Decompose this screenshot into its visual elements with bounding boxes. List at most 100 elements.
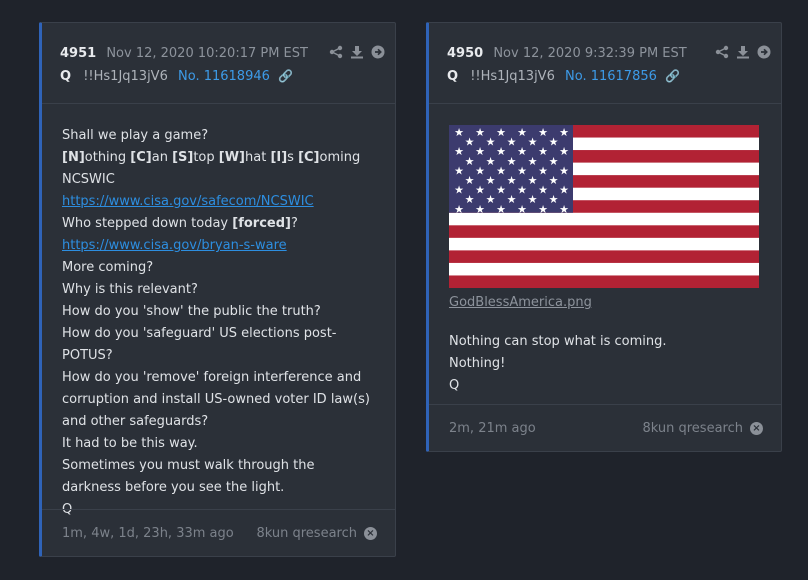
svg-text:★: ★ [517, 203, 527, 216]
svg-text:★: ★ [528, 193, 538, 206]
post-text-line: Who stepped down today [forced]? [62, 216, 298, 231]
svg-text:★: ★ [465, 174, 475, 187]
post-age: 1m, 4w, 1d, 23h, 33m ago [62, 525, 234, 541]
post-body: Shall we play a game? [N]othing [C]an [S… [42, 104, 395, 521]
post-text-line: Why is this relevant? [62, 282, 198, 297]
post-header: 4951 Nov 12, 2020 10:20:17 PM EST Q !!Hs… [42, 23, 395, 104]
post-text-line: How do you 'remove' foreign interference… [62, 370, 370, 429]
post-number: 4951 [60, 46, 97, 61]
svg-text:★: ★ [528, 174, 538, 187]
svg-text:★: ★ [496, 145, 506, 158]
post-reference-link[interactable]: No. 11618946 [178, 69, 270, 84]
svg-text:★: ★ [496, 164, 506, 177]
post-number: 4950 [447, 46, 484, 61]
svg-text:★: ★ [475, 145, 485, 158]
post-source[interactable]: 8kun qresearch [256, 526, 357, 541]
post-body: ★ ★ ★ ★ ★ ★ ★ ★ ★ ★ ★ ★ ★ ★ ★ ★ ★ ★ ★ ★ ★ ★ ★ ★ ★ ★ ★ ★ ★ ★ ★ ★ ★ ★ ★ ★ ★ ★ ★ ★… [429, 104, 781, 397]
post-card: 4950 Nov 12, 2020 9:32:39 PM EST Q !!Hs1… [426, 22, 782, 452]
svg-text:★: ★ [475, 126, 485, 139]
post-text-line: NCSWIC [62, 172, 115, 187]
post-card: 4951 Nov 12, 2020 10:20:17 PM EST Q !!Hs… [39, 22, 396, 557]
post-signature: Q [449, 378, 460, 393]
post-text-line: Sometimes you must walk through the dark… [62, 458, 315, 495]
svg-text:★: ★ [465, 193, 475, 206]
svg-text:★: ★ [475, 203, 485, 216]
link-icon[interactable]: 🔗 [278, 69, 293, 83]
svg-text:★: ★ [517, 184, 527, 197]
svg-text:★: ★ [454, 145, 464, 158]
svg-text:★: ★ [496, 126, 506, 139]
post-link[interactable]: https://www.cisa.gov/bryan-s-ware [62, 238, 287, 253]
svg-text:★: ★ [486, 174, 496, 187]
svg-text:★: ★ [486, 193, 496, 206]
svg-text:★: ★ [538, 184, 548, 197]
share-icon[interactable] [715, 44, 729, 59]
svg-text:★: ★ [465, 136, 475, 149]
svg-text:★: ★ [507, 136, 517, 149]
svg-text:★: ★ [549, 193, 559, 206]
post-header: 4950 Nov 12, 2020 9:32:39 PM EST Q !!Hs1… [429, 23, 781, 104]
post-author: Q [447, 69, 459, 84]
svg-text:★: ★ [486, 155, 496, 168]
svg-text:★: ★ [549, 155, 559, 168]
svg-text:★: ★ [517, 145, 527, 158]
svg-text:★: ★ [559, 145, 569, 158]
post-text-line: Nothing! [449, 356, 506, 371]
post-footer: 2m, 21m ago 8kun qresearch × [429, 404, 781, 451]
post-text-line: How do you 'show' the public the truth? [62, 304, 321, 319]
svg-text:★: ★ [454, 203, 464, 216]
svg-text:★: ★ [454, 126, 464, 139]
post-footer: 1m, 4w, 1d, 23h, 33m ago 8kun qresearch … [42, 509, 395, 556]
svg-text:★: ★ [517, 164, 527, 177]
post-author: Q [60, 69, 72, 84]
svg-text:★: ★ [517, 126, 527, 139]
post-tripcode: !!Hs1Jq13jV6 [470, 69, 555, 84]
svg-text:★: ★ [559, 203, 569, 216]
post-reference-link[interactable]: No. 11617856 [565, 69, 657, 84]
svg-text:★: ★ [528, 136, 538, 149]
close-circle-icon[interactable]: × [750, 421, 763, 435]
post-source[interactable]: 8kun qresearch [642, 421, 743, 436]
post-text-line: More coming? [62, 260, 154, 275]
svg-text:★: ★ [538, 126, 548, 139]
svg-text:★: ★ [454, 184, 464, 197]
svg-text:★: ★ [507, 193, 517, 206]
svg-text:★: ★ [475, 184, 485, 197]
post-age: 2m, 21m ago [449, 420, 536, 436]
post-text-line: Nothing can stop what is coming. [449, 334, 667, 349]
download-icon[interactable] [350, 44, 364, 59]
american-flag-image[interactable]: ★ ★ ★ ★ ★ ★★ ★ ★ ★ ★★ ★ ★ ★ ★ ★★ ★ ★ ★ ★★ ★ ★ ★ ★ ★★ ★ ★ ★ ★★ ★ ★ ★ ★ ★★… [449, 125, 759, 288]
download-icon[interactable] [736, 44, 750, 59]
post-text-line: Shall we play a game? [62, 128, 209, 143]
post-tripcode: !!Hs1Jq13jV6 [83, 69, 168, 84]
svg-text:★: ★ [559, 164, 569, 177]
svg-text:★: ★ [538, 203, 548, 216]
image-filename-link[interactable]: GodBlessAmerica.png [449, 295, 592, 310]
post-date: Nov 12, 2020 9:32:39 PM EST [493, 46, 687, 61]
arrow-circle-icon[interactable] [371, 44, 385, 59]
link-icon[interactable]: 🔗 [665, 69, 680, 83]
svg-text:★: ★ [528, 155, 538, 168]
post-text-line: [N]othing [C]an [S]top [W]hat [I]s [C]om… [62, 150, 361, 165]
svg-text:★: ★ [486, 136, 496, 149]
svg-text:★: ★ [538, 164, 548, 177]
post-text-line: How do you 'safeguard' US elections post… [62, 326, 337, 363]
svg-text:★: ★ [549, 136, 559, 149]
close-circle-icon[interactable]: × [364, 526, 377, 540]
svg-text:★: ★ [465, 155, 475, 168]
svg-text:★: ★ [538, 145, 548, 158]
svg-text:★: ★ [454, 164, 464, 177]
post-date: Nov 12, 2020 10:20:17 PM EST [106, 46, 308, 61]
svg-text:★: ★ [496, 184, 506, 197]
svg-text:★: ★ [559, 126, 569, 139]
share-icon[interactable] [329, 44, 343, 59]
post-text-line: It had to be this way. [62, 436, 198, 451]
post-link[interactable]: https://www.cisa.gov/safecom/NCSWIC [62, 194, 314, 209]
svg-text:★: ★ [475, 164, 485, 177]
arrow-circle-icon[interactable] [757, 44, 771, 59]
svg-text:★: ★ [559, 184, 569, 197]
svg-text:★: ★ [549, 174, 559, 187]
svg-text:★: ★ [496, 203, 506, 216]
svg-text:★: ★ [507, 155, 517, 168]
svg-text:★: ★ [507, 174, 517, 187]
